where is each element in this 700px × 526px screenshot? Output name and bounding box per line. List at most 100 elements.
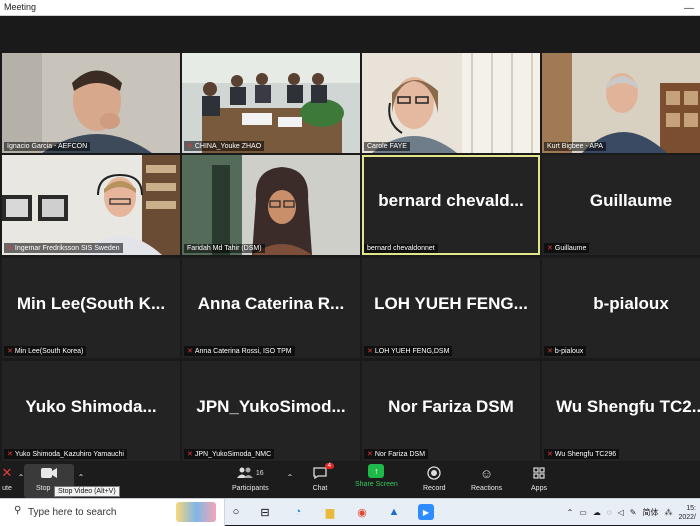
mic-muted-icon: ✕ [7,451,13,458]
grid-icon[interactable]: ⁂ [664,508,672,517]
participant-tile[interactable]: Anna Caterina R... ✕ Anna Caterina Rossi,… [182,258,360,358]
video-options-button[interactable]: ⌃ [72,468,90,486]
participant-tile[interactable]: Carole FAYE [362,53,540,153]
participants-icon: 16 [233,464,267,482]
participant-tile[interactable]: Kurt Bigbee - APA [542,53,700,153]
participants-options-button[interactable]: ⌃ [281,468,299,486]
participant-name: Ignacio Garcia - AEFCON [7,143,88,150]
mute-label: ute [2,485,12,492]
chevron-up-icon: ⌃ [77,472,85,482]
participant-name-tag: ✕ CHINA_Youke ZHAO [184,141,265,151]
reactions-label: Reactions [471,485,503,492]
window-titlebar: Meeting — [0,0,700,16]
participant-tile[interactable]: b-pialoux ✕ b-pialoux [542,258,700,358]
video-camera-icon [40,464,58,482]
participant-name-tag: ✕ Nor Fariza DSM [364,449,429,459]
task-view-icon[interactable]: ○ [228,504,244,520]
chevron-up-icon: ⌃ [286,472,294,482]
edge-browser-icon[interactable]: ◔ [290,504,306,520]
widgets-icon[interactable]: ⊟ [257,504,273,520]
clock-date: 2022/ [678,513,696,521]
search-icon: ⚲ [14,505,22,516]
participant-display-name: Yuko Shimoda... [25,397,157,416]
apps-button[interactable]: Apps [530,464,548,492]
show-hidden-icons-icon[interactable]: ⌃ [567,508,574,517]
window-title: Meeting [4,2,37,12]
participant-display-name: Nor Fariza DSM [388,397,514,416]
video-grid: Ignacio Garcia - AEFCON ✕ CHINA_Youke ZHA… [0,16,700,462]
participant-name-tag: Carole FAYE [364,142,410,151]
taskbar-clock[interactable]: 15: 2022/ [678,504,696,522]
participant-tile[interactable]: JPN_YukoSimod... ✕ JPN_YukoSimoda_NMC [182,361,360,461]
participant-tile[interactable]: Ignacio Garcia - AEFCON [2,53,180,153]
stop-video-tooltip: Stop Video (Alt+V) [54,486,120,497]
participant-name: Min Lee(South Korea) [14,347,84,355]
participant-name: Guillaume [554,244,587,252]
participant-tile[interactable]: Guillaume ✕ Guillaume [542,155,700,255]
reactions-button[interactable]: ☺ Reactions [471,464,503,493]
participant-display-name: Min Lee(South K... [16,294,166,313]
participants-label: Participants [232,485,269,492]
windows-taskbar: ⚲ Type here to search ○ ⊟ ◔ ▆ ◉ ▲ ▶ ⌃ ▭ … [0,498,700,526]
taskbar-search-box[interactable]: ⚲ Type here to search [0,499,225,526]
meet-now-icon[interactable]: ▭ [579,508,587,517]
participant-name: Yuko Shimoda_Kazuhiro Yamauchi [14,450,124,458]
mic-muted-icon: ✕ [367,451,373,458]
participant-video [182,53,360,153]
chat-button[interactable]: 4 Chat [311,463,334,492]
network-icon[interactable]: ◌ [607,508,612,517]
search-placeholder: Type here to search [28,507,117,518]
participant-tile[interactable]: Faridah Md Tahir (DSM) [182,155,360,255]
participant-name-tag: Faridah Md Tahir (DSM) [184,244,265,253]
participant-name-tag: Ignacio Garcia - AEFCON [4,142,91,151]
participant-video [542,53,700,153]
participant-video [182,155,360,255]
share-screen-button[interactable]: ↑ Share Screen [355,464,398,488]
pen-icon[interactable]: ✎ [630,508,637,517]
participant-tile[interactable]: Wu Shengfu TC2... ✕ Wu Shengfu TC296 [542,361,700,461]
photos-app-icon[interactable]: ▲ [386,504,402,520]
file-explorer-icon[interactable]: ▆ [322,504,338,520]
record-icon [425,464,443,482]
participant-display-name: bernard chevald... [378,191,524,210]
participant-display-name: Guillaume [589,191,673,210]
participant-tile[interactable]: LOH YUEH FENG... ✕ LOH YUEH FENG,DSM [362,258,540,358]
share-screen-icon: ↑ [368,464,385,478]
participant-name: JPN_YukoSimoda_NMC [194,450,272,458]
chat-label: Chat [312,485,328,492]
participant-tile[interactable]: Min Lee(South K... ✕ Min Lee(South Korea) [2,258,180,358]
volume-icon[interactable]: ◁ [618,508,624,517]
system-tray: ⌃ ▭ ☁ ◌ ◁ ✎ 简体 ⁂ 15: 2022/ [567,499,700,526]
record-button[interactable]: Record [423,464,446,492]
participant-tile[interactable]: ✕ CHINA_Youke ZHAO [182,53,360,153]
apps-label: Apps [531,485,547,492]
chat-icon: 4 [311,463,334,482]
stop-video-label: Stop [36,485,51,492]
participant-tile-active-speaker[interactable]: bernard chevald... bernard chevaldonnet [362,155,540,255]
participant-name: Faridah Md Tahir (DSM) [187,245,262,252]
participants-button[interactable]: 16 Participants [232,464,269,492]
participant-display-name: Anna Caterina R... [197,294,345,313]
participant-tile[interactable]: Yuko Shimoda... ✕ Yuko Shimoda_Kazuhiro Y… [2,361,180,461]
mic-muted-icon: ✕ [547,245,553,252]
chrome-browser-icon[interactable]: ◉ [354,504,370,520]
participant-name: b-pialoux [554,347,584,355]
participant-tile[interactable]: ✕ Ingemar Fredriksson SIS Sweden [2,155,180,255]
zoom-app-icon[interactable]: ▶ [418,504,434,520]
mic-muted-icon: ✕ [7,348,13,355]
participant-name: LOH YUEH FENG,DSM [374,347,450,355]
minimize-button[interactable]: — [678,0,700,16]
participant-tile[interactable]: Nor Fariza DSM ✕ Nor Fariza DSM [362,361,540,461]
share-screen-label: Share Screen [355,481,398,488]
participant-name: Carole FAYE [367,143,407,150]
participant-video [2,155,180,255]
participant-display-name: Wu Shengfu TC2... [556,397,700,416]
mic-muted-icon: ✕ [7,245,13,252]
participant-name: Anna Caterina Rossi, ISO TPM [194,347,292,355]
mic-muted-icon: ✕ [187,348,193,355]
cloud-icon[interactable]: ☁ [593,508,601,517]
participant-name: CHINA_Youke ZHAO [194,142,262,150]
participant-name-tag: ✕ b-pialoux [544,346,587,356]
smiley-icon: ☺ [479,465,494,481]
ime-indicator[interactable]: 简体 [642,507,658,518]
